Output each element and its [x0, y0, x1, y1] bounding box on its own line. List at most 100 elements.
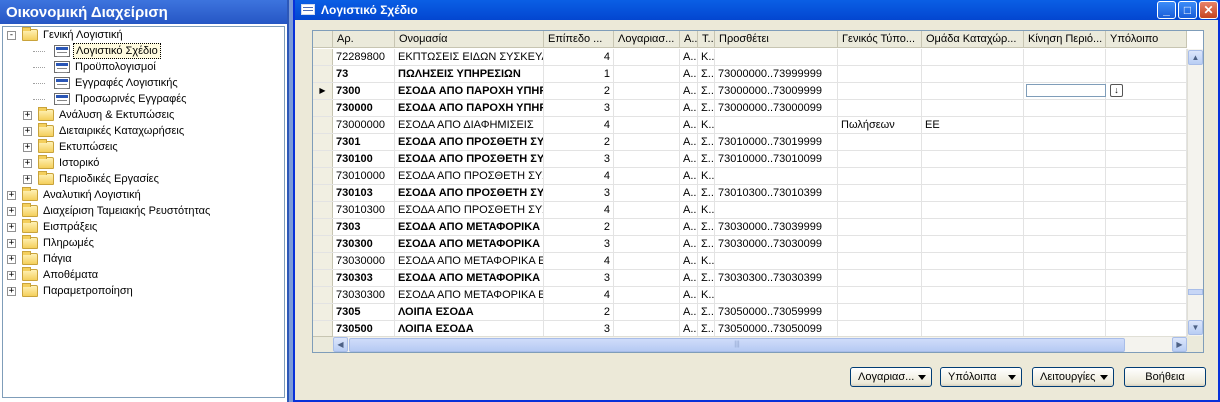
table-cell[interactable]: 7301 [333, 134, 395, 150]
table-cell[interactable]: ΕΣΟΔΑ ΑΠΟ ΜΕΤΑΦΟΡΙΚΑ ΕΣ... [395, 253, 544, 269]
table-cell[interactable]: 3 [544, 270, 614, 286]
table-cell[interactable]: 730100 [333, 151, 395, 167]
table-cell[interactable] [1106, 168, 1187, 184]
table-cell[interactable]: 73000000..73999999 [715, 66, 838, 82]
table-cell[interactable]: 2 [544, 304, 614, 320]
column-header[interactable]: Γενικός Τύπο... [838, 31, 922, 48]
table-cell[interactable]: ΕΣΟΔΑ ΑΠΟ ΜΕΤΑΦΟΡΙΚΑ ... [395, 236, 544, 252]
table-cell[interactable] [922, 49, 1024, 65]
table-cell[interactable] [1106, 66, 1187, 82]
tree-item[interactable]: Λογιστικό Σχέδιο [3, 43, 284, 59]
table-cell[interactable]: 73030300..73030399 [715, 270, 838, 286]
table-cell[interactable] [1024, 185, 1106, 201]
row-selector[interactable]: ▶ [313, 83, 333, 99]
expand-icon[interactable]: + [7, 207, 16, 216]
table-cell[interactable] [838, 66, 922, 82]
tree-item[interactable]: + Ανάλυση & Εκτυπώσεις [3, 107, 284, 123]
table-cell[interactable]: ΕΣΟΔΑ ΑΠΟ ΜΕΤΑΦΟΡΙΚΑ ... [395, 270, 544, 286]
table-cell[interactable]: ΕΣΟΔΑ ΑΠΟ ΜΕΤΑΦΟΡΙΚΑ ΕΞ... [395, 287, 544, 303]
table-cell[interactable] [1106, 253, 1187, 269]
table-cell[interactable]: 730300 [333, 236, 395, 252]
table-row[interactable]: 7301ΕΣΟΔΑ ΑΠΟ ΠΡΟΣΘΕΤΗ ΣΥΣ...2 Α...Σ...73… [313, 134, 1187, 151]
horizontal-scroll-thumb[interactable]: ||| [349, 338, 1125, 352]
table-cell[interactable] [1024, 321, 1106, 336]
column-header[interactable]: Επίπεδο ... [544, 31, 614, 48]
table-cell[interactable] [1024, 304, 1106, 320]
table-cell[interactable] [1106, 321, 1187, 336]
table-row[interactable]: 7305ΛΟΙΠΑ ΕΣΟΔΑ2 Α...Σ...73050000..730599… [313, 304, 1187, 321]
table-cell[interactable] [1024, 168, 1106, 184]
table-cell[interactable] [1024, 287, 1106, 303]
table-cell[interactable] [1106, 219, 1187, 235]
table-cell[interactable]: 7300 [333, 83, 395, 99]
table-row[interactable]: 73030300ΕΣΟΔΑ ΑΠΟ ΜΕΤΑΦΟΡΙΚΑ ΕΞ...4 Α...Κ… [313, 287, 1187, 304]
table-cell[interactable]: Σ... [698, 83, 715, 99]
table-cell[interactable] [715, 168, 838, 184]
table-cell[interactable]: Σ... [698, 270, 715, 286]
table-row[interactable]: 7303ΕΣΟΔΑ ΑΠΟ ΜΕΤΑΦΟΡΙΚΑ2 Α...Σ...7303000… [313, 219, 1187, 236]
table-cell[interactable] [1024, 151, 1106, 167]
table-row[interactable]: 730000ΕΣΟΔΑ ΑΠΟ ΠΑΡΟΧΗ ΥΠΗΡ...3 Α...Σ...7… [313, 100, 1187, 117]
column-header[interactable]: Α... [680, 31, 698, 48]
table-cell[interactable] [614, 304, 680, 320]
table-cell[interactable]: ΕΣΟΔΑ ΑΠΟ ΠΡΟΣΘΕΤΗ ΣΥΣΚ... [395, 202, 544, 218]
table-cell[interactable]: 73010000 [333, 168, 395, 184]
table-cell[interactable]: 3 [544, 100, 614, 116]
table-cell[interactable]: Α... [680, 100, 698, 116]
column-header[interactable]: Λογαριασ... [614, 31, 680, 48]
table-row[interactable]: 73030000ΕΣΟΔΑ ΑΠΟ ΜΕΤΑΦΟΡΙΚΑ ΕΣ...4 Α...Κ… [313, 253, 1187, 270]
table-cell[interactable]: Α... [680, 66, 698, 82]
tree-item[interactable]: + Διαχείριση Ταμειακής Ρευστότητας [3, 203, 284, 219]
expand-icon[interactable]: + [23, 143, 32, 152]
table-cell[interactable]: 73050000..73050099 [715, 321, 838, 336]
table-cell[interactable] [922, 321, 1024, 336]
table-row[interactable]: 730300ΕΣΟΔΑ ΑΠΟ ΜΕΤΑΦΟΡΙΚΑ ...3 Α...Σ...7… [313, 236, 1187, 253]
table-cell[interactable]: ΕΕ [922, 117, 1024, 133]
table-cell[interactable] [1024, 219, 1106, 235]
table-cell[interactable]: Σ... [698, 219, 715, 235]
row-selector[interactable] [313, 270, 333, 286]
table-cell[interactable]: Σ... [698, 304, 715, 320]
minimize-button[interactable]: _ [1157, 1, 1176, 19]
tree-item[interactable]: + Πάγια [3, 251, 284, 267]
row-selector[interactable] [313, 151, 333, 167]
drilldown-icon[interactable]: ↓ [1110, 84, 1123, 97]
table-cell[interactable]: Α... [680, 236, 698, 252]
table-row[interactable]: 73010300ΕΣΟΔΑ ΑΠΟ ΠΡΟΣΘΕΤΗ ΣΥΣΚ...4 Α...Κ… [313, 202, 1187, 219]
table-cell[interactable]: Κ... [698, 49, 715, 65]
table-cell[interactable] [922, 236, 1024, 252]
table-cell[interactable]: Κ... [698, 287, 715, 303]
row-selector[interactable] [313, 304, 333, 320]
table-cell[interactable]: 4 [544, 168, 614, 184]
expand-icon[interactable]: + [23, 175, 32, 184]
table-cell[interactable]: 4 [544, 287, 614, 303]
table-cell[interactable] [922, 219, 1024, 235]
expand-icon[interactable]: + [23, 111, 32, 120]
table-cell[interactable]: 2 [544, 83, 614, 99]
table-row[interactable]: 72289800ΕΚΠΤΩΣΕΙΣ ΕΙΔΩΝ ΣΥΣΚΕΥΑΣΙΑΣ4 Α...… [313, 49, 1187, 66]
table-cell[interactable] [838, 236, 922, 252]
table-cell[interactable] [1106, 100, 1187, 116]
table-cell[interactable] [715, 202, 838, 218]
table-cell[interactable]: 2 [544, 219, 614, 235]
table-cell[interactable]: 73030300 [333, 287, 395, 303]
table-cell[interactable]: Κ... [698, 202, 715, 218]
column-header[interactable]: Ομάδα Καταχώρ... [922, 31, 1024, 48]
table-cell[interactable] [1106, 185, 1187, 201]
horizontal-scrollbar[interactable]: ◀ ||| ▶ [333, 336, 1187, 352]
table-cell[interactable] [922, 185, 1024, 201]
scroll-left-icon[interactable]: ◀ [333, 337, 348, 352]
table-cell[interactable] [1106, 236, 1187, 252]
table-cell[interactable]: Σ... [698, 134, 715, 150]
table-cell[interactable] [922, 100, 1024, 116]
table-cell[interactable]: ΕΣΟΔΑ ΑΠΟ ΠΡΟΣΘΕΤΗ ΣΥΣΚ... [395, 168, 544, 184]
table-cell[interactable]: Α... [680, 321, 698, 336]
table-cell[interactable] [715, 287, 838, 303]
table-cell[interactable]: ΕΣΟΔΑ ΑΠΟ ΠΡΟΣΘΕΤΗ ΣΥΣ... [395, 151, 544, 167]
tree-item[interactable]: Προσωρινές Εγγραφές [3, 91, 284, 107]
table-row[interactable]: ▶7300ΕΣΟΔΑ ΑΠΟ ΠΑΡΟΧΗ ΥΠΗΡ...2 Α...Σ...73… [313, 83, 1187, 100]
table-cell[interactable] [614, 100, 680, 116]
row-selector[interactable] [313, 253, 333, 269]
tree-item[interactable]: - Γενική Λογιστική [3, 27, 284, 43]
table-cell[interactable]: Α... [680, 253, 698, 269]
